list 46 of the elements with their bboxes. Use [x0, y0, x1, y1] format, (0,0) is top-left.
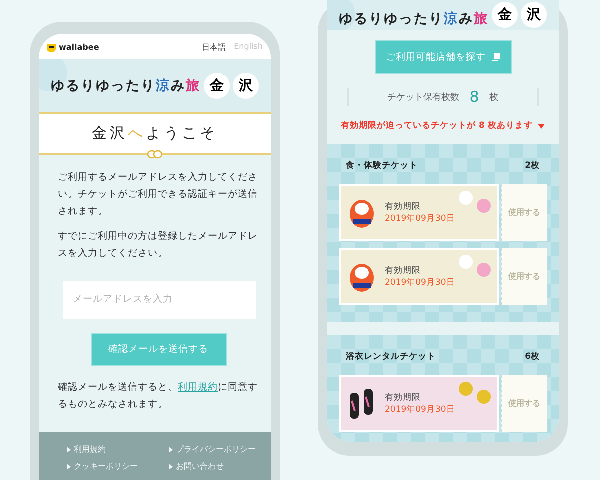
banner-title: ゆるりゆったり 涼み旅: [339, 10, 489, 28]
find-stores-button[interactable]: ご利用可能店舗を探す: [374, 40, 512, 74]
sandals-icon: [349, 386, 375, 420]
section-count: 2枚: [525, 160, 540, 172]
use-ticket-button[interactable]: 使用する: [501, 248, 547, 305]
city-badge: 沢: [233, 72, 259, 98]
expiry-label: 有効期限: [385, 200, 422, 212]
section-title: 浴衣レンタルチケット: [346, 351, 436, 363]
logo-text: wallabee: [59, 43, 100, 52]
city-badge: 金: [492, 2, 518, 28]
expiry-label: 有効期限: [385, 264, 422, 276]
agreement-text: 確認メールを送信すると、利用規約 に同意するものとみなされます。: [58, 380, 259, 412]
logo-icon: [47, 44, 56, 52]
expiry-date: 2019年09月30日: [385, 404, 456, 416]
expiry-date: 2019年09月30日: [385, 212, 456, 224]
bullet-icon: [67, 464, 71, 470]
bullet-icon: [169, 464, 173, 470]
section-count: 6枚: [525, 351, 540, 363]
terms-link[interactable]: 利用規約: [178, 382, 218, 393]
section-title: 食・体験チケット: [346, 160, 418, 172]
bullet-icon: [169, 446, 173, 452]
expiry-warning[interactable]: 有効期限が迫っているチケットが 8 枚あります: [341, 120, 533, 132]
banner-title: ゆるりゆったり 涼み旅: [51, 76, 201, 94]
language-link[interactable]: English: [234, 42, 263, 53]
expiry-label: 有効期限: [385, 392, 422, 404]
footer-link[interactable]: 利用規約: [67, 444, 169, 455]
city-badge: 金: [204, 72, 230, 98]
instruction-text: ご利用するメールアドレスを入力してください。チケットがご利用できる認証キーが送信されます。: [58, 171, 259, 219]
caret-down-icon: [538, 124, 545, 128]
ticket-count-label: チケット保有枚数: [388, 92, 460, 104]
expiry-date: 2019年09月30日: [385, 276, 456, 288]
welcome-title: 金沢 へ ようこそ: [92, 124, 218, 143]
city-badge: 沢: [521, 2, 547, 28]
email-input[interactable]: メールアドレスを入力: [63, 280, 256, 319]
footer-link[interactable]: クッキーポリシー: [67, 461, 169, 472]
bullet-icon: [67, 446, 71, 452]
instruction-text: すでにご利用中の方は登録したメールアドレスを入力してください。: [58, 230, 259, 262]
send-email-button[interactable]: 確認メールを送信する: [90, 332, 226, 366]
footer-link[interactable]: お問い合わせ: [169, 461, 271, 472]
ticket-count-value: 8: [470, 88, 480, 106]
footer-link[interactable]: プライバシーポリシー: [169, 444, 271, 455]
use-ticket-button[interactable]: 使用する: [501, 184, 547, 241]
use-ticket-button[interactable]: 使用する: [501, 375, 547, 432]
ticket-count-unit: 枚: [489, 92, 498, 104]
language-link[interactable]: 日本語: [202, 42, 226, 53]
external-link-icon: [492, 53, 500, 61]
